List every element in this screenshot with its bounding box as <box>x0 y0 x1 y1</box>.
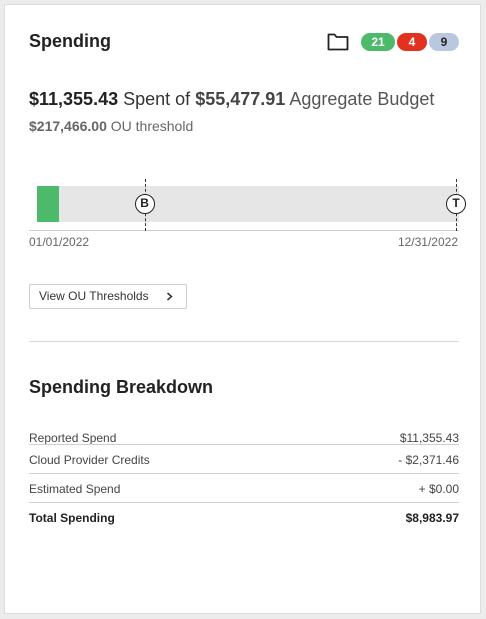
breakdown-total-row: Total Spending $8,983.97 <box>29 502 459 531</box>
badge-blue: 9 <box>429 33 459 51</box>
spending-card: Spending 21 4 9 $11,355.43 Spent of $55,… <box>4 4 481 614</box>
breakdown-label: Cloud Provider Credits <box>29 453 150 467</box>
spent-progress-fill <box>37 186 59 222</box>
threshold-amount: $217,466.00 <box>29 118 107 134</box>
start-date: 01/01/2022 <box>29 235 90 249</box>
threshold-marker[interactable]: T <box>446 194 466 214</box>
timeline-axis <box>29 230 459 231</box>
threshold-summary: $217,466.00 OU threshold <box>29 118 193 134</box>
end-date: 12/31/2022 <box>397 235 458 249</box>
badge-red: 4 <box>397 33 427 51</box>
section-divider <box>29 341 459 342</box>
breakdown-title: Spending Breakdown <box>29 377 214 397</box>
breakdown-total-value: $8,983.97 <box>405 511 459 525</box>
badge-green: 21 <box>361 33 395 51</box>
view-ou-thresholds-button[interactable]: View OU Thresholds <box>29 284 187 309</box>
breakdown-label: Estimated Spend <box>29 482 121 496</box>
breakdown-row: Cloud Provider Credits - $2,371.46 <box>29 444 459 473</box>
threshold-label: OU threshold <box>110 118 194 134</box>
card-title: Spending <box>29 31 111 51</box>
breakdown-value: $11,355.43 <box>399 431 459 445</box>
breakdown-row: Estimated Spend + $0.00 <box>29 473 459 502</box>
budget-amount: $55,477.91 <box>195 89 286 109</box>
breakdown-total-label: Total Spending <box>29 511 115 525</box>
folder-icon[interactable] <box>327 31 349 51</box>
spent-of-text: Spent of <box>123 89 191 109</box>
chevron-right-icon <box>167 292 173 301</box>
budget-marker[interactable]: B <box>134 194 155 214</box>
spend-summary: $11,355.43 Spent of $55,477.91 Aggregate… <box>29 89 434 110</box>
budget-label: Aggregate Budget <box>289 89 435 109</box>
breakdown-value: + $0.00 <box>418 482 459 496</box>
breakdown-value: - $2,371.46 <box>398 453 459 467</box>
view-ou-thresholds-label: View OU Thresholds <box>39 289 149 303</box>
breakdown-label: Reported Spend <box>29 431 117 445</box>
spent-amount: $11,355.43 <box>29 89 119 109</box>
spend-timeline-bar <box>37 186 459 222</box>
